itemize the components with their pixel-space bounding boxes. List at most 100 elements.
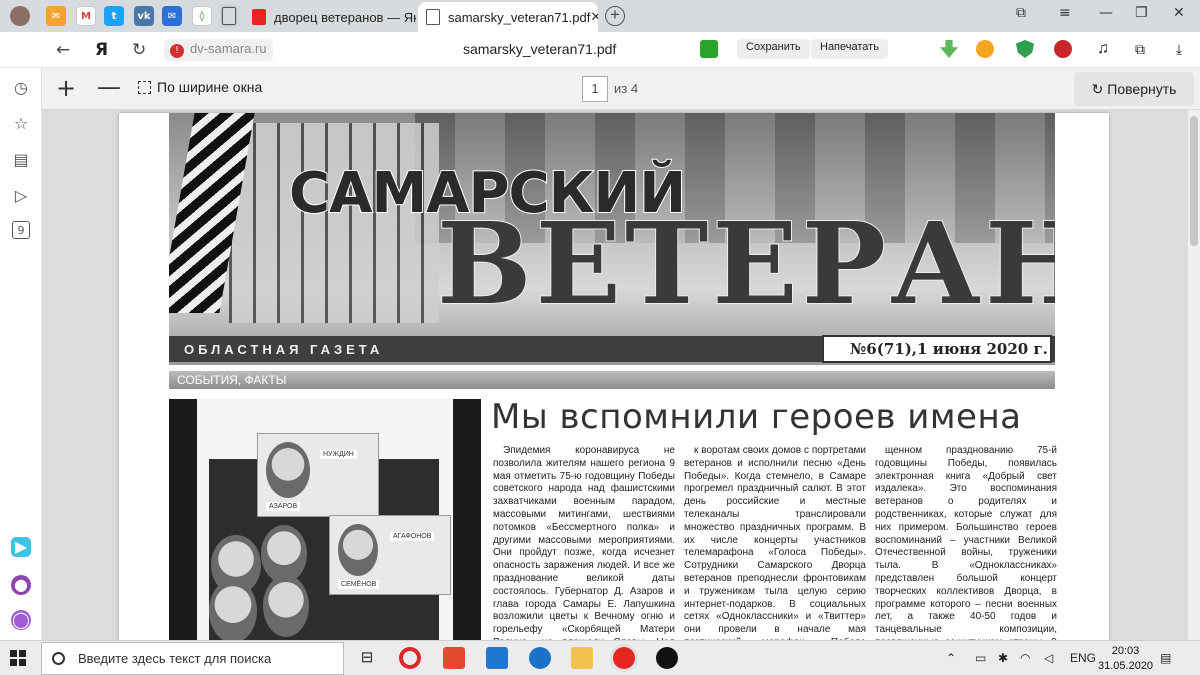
clock-date: 31.05.2020 [1098,660,1154,672]
pdf-scrollbar[interactable] [1188,110,1200,640]
addon-puzzle-icon[interactable]: ⧉ [1131,40,1149,58]
search-placeholder: Введите здесь текст для поиска [78,651,272,666]
tray-chevron-icon[interactable]: ⌃ [946,651,956,665]
mail-app-icon[interactable]: ✉ [46,6,66,26]
document-tab-icon [426,9,440,25]
rotate-label: Повернуть [1107,81,1177,97]
scrollbar-thumb[interactable] [1190,116,1198,246]
save-button[interactable]: Сохранить [737,39,810,59]
person-face [209,579,257,640]
pdf-page: САМАРСКИЙ ВЕТЕРАН ОБЛАСТНАЯ ГАЗЕТА №6(71… [119,113,1109,640]
yandex-tab-icon [252,9,266,25]
edge-icon[interactable] [529,647,551,669]
article-column-2: к воротам своих домов с портретами ветер… [684,445,866,640]
taskbar-search[interactable]: Введите здесь текст для поиска [41,642,344,675]
alice-icon[interactable]: ● [11,575,31,595]
notifications-icon[interactable]: ▤ [1160,651,1171,665]
tab-yandex-search[interactable]: дворец ветеранов — Янд [244,2,416,32]
network-icon[interactable]: ▭ [975,651,986,665]
section-bar: СОБЫТИЯ, ФАКТЫ [169,371,1055,389]
portrait-name: НУЖДИН [320,450,357,459]
domain-chip[interactable]: ! dv-samara.ru [164,39,273,61]
video-icon[interactable]: ▷ [11,186,31,206]
language-indicator[interactable]: ENG [1070,651,1096,665]
collections-icon[interactable]: ▤ [11,150,31,170]
assistant-icon[interactable]: ◯ [11,610,31,630]
article-column-3: щенном празднованию 75-й годовщины Побед… [875,445,1057,640]
new-tab-button[interactable]: + [605,6,625,26]
tab-count[interactable]: 9 [12,221,30,239]
app-icon[interactable] [656,647,678,669]
page-total: из 4 [614,81,639,96]
extension-icon[interactable] [976,40,994,58]
adblock-icon[interactable] [1054,40,1072,58]
messenger-icon[interactable]: ▶ [11,537,31,557]
restore-icon[interactable]: ❐ [1135,5,1148,21]
bookmarks-star-icon[interactable]: ☆ [11,114,31,134]
close-tab-icon[interactable]: ✕ [590,9,598,25]
column-text: щенном празднованию 75-й годовщины Побед… [875,445,1057,640]
minimize-icon[interactable]: — [1099,5,1113,21]
zoom-in-button[interactable]: + [56,74,76,102]
clock-time: 20:03 [1111,645,1140,657]
newspaper-masthead: САМАРСКИЙ ВЕТЕРАН ОБЛАСТНАЯ ГАЗЕТА №6(71… [169,113,1055,365]
download-tray-icon[interactable]: ⤓ [1170,40,1188,58]
taskbar: Введите здесь текст для поиска ⊟ ⌃ ▭ ✱ ◠… [0,640,1200,675]
mail-app-icon[interactable] [486,647,508,669]
portrait-name: СЕМЁНОВ [338,580,380,589]
portrait-face [338,524,378,576]
document-tab-icon[interactable] [222,7,236,25]
wifi-icon[interactable]: ◠ [1020,651,1030,665]
person-face [263,575,309,637]
yandex-browser-icon[interactable] [613,647,635,669]
map-icon[interactable]: ◊ [192,6,212,26]
music-icon[interactable]: ♫ [1094,40,1112,58]
mail-icon[interactable]: ✉ [162,6,182,26]
back-icon[interactable]: ← [56,40,70,60]
rotate-button[interactable]: ↻ Повернуть [1074,72,1194,106]
veteran-portrait: АГАФОНОВ СЕМЁНОВ [329,515,451,595]
clock[interactable]: 20:03 31.05.2020 [1098,644,1153,674]
tab-pdf[interactable]: samarsky_veteran71.pdf ✕ [418,2,598,32]
rotate-icon: ↻ [1091,80,1104,97]
menu-icon[interactable]: ≡ [1059,5,1071,21]
reload-icon[interactable]: ↻ [132,40,146,60]
tab-title: дворец ветеранов — Янд [274,9,416,25]
masthead-subtitle: ОБЛАСТНАЯ ГАЗЕТА [184,342,384,357]
tab-title: samarsky_veteran71.pdf [448,9,591,25]
tray-app-icon[interactable]: ✱ [998,651,1008,665]
veteran-portrait: НУЖДИН АЗАРОВ [257,433,379,517]
search-icon [52,652,65,665]
yandex-logo-icon[interactable]: Я [95,40,108,60]
close-window-icon[interactable]: ✕ [1173,5,1185,21]
pdf-viewer[interactable]: САМАРСКИЙ ВЕТЕРАН ОБЛАСТНАЯ ГАЗЕТА №6(71… [42,110,1188,640]
volume-icon[interactable]: ◁ [1044,651,1053,665]
wifi-protect-icon[interactable] [700,40,718,58]
article-headline: Мы вспомнили героев имена [491,397,1022,437]
page-title: samarsky_veteran71.pdf [463,41,617,57]
tab-strip: ✉ M t vk ✉ ◊ дворец ветеранов — Янд sama… [0,0,1200,32]
article-column-1: Эпидемия коронавируса не позволила жител… [493,445,675,640]
task-view-icon[interactable]: ⊟ [356,647,378,669]
zoom-out-button[interactable]: — [97,73,121,101]
gift-app-icon[interactable] [443,647,465,669]
page-number-input[interactable]: 1 [582,76,608,102]
twitter-icon[interactable]: t [104,6,124,26]
history-icon[interactable]: ◷ [11,78,31,98]
column-text: к воротам своих домов с портретами ветер… [684,445,866,640]
vk-icon[interactable]: vk [134,6,154,26]
browser-sidebar: 🔔︎ 3 ◷ ☆ ▤ ▷ 9 ▶ ● ◯ [0,32,42,675]
print-button[interactable]: Напечатать [811,39,888,59]
portrait-name: АГАФОНОВ [390,532,435,541]
bookmarks-icon[interactable]: ⧉ [1016,5,1026,21]
pdf-toolbar: + — По ширине окна 1 из 4 ↻ Повернуть [42,68,1200,110]
portrait-name: АЗАРОВ [266,502,301,511]
start-windows-icon[interactable] [10,650,26,666]
column-text: Эпидемия коронавируса не позволила жител… [493,445,675,640]
profile-avatar-icon[interactable] [10,6,30,26]
file-explorer-icon[interactable] [571,647,593,669]
opera-icon[interactable] [399,647,421,669]
gmail-icon[interactable]: M [76,6,96,26]
fit-width-button[interactable]: По ширине окна [138,79,262,95]
section-label: СОБЫТИЯ, ФАКТЫ [177,373,287,387]
